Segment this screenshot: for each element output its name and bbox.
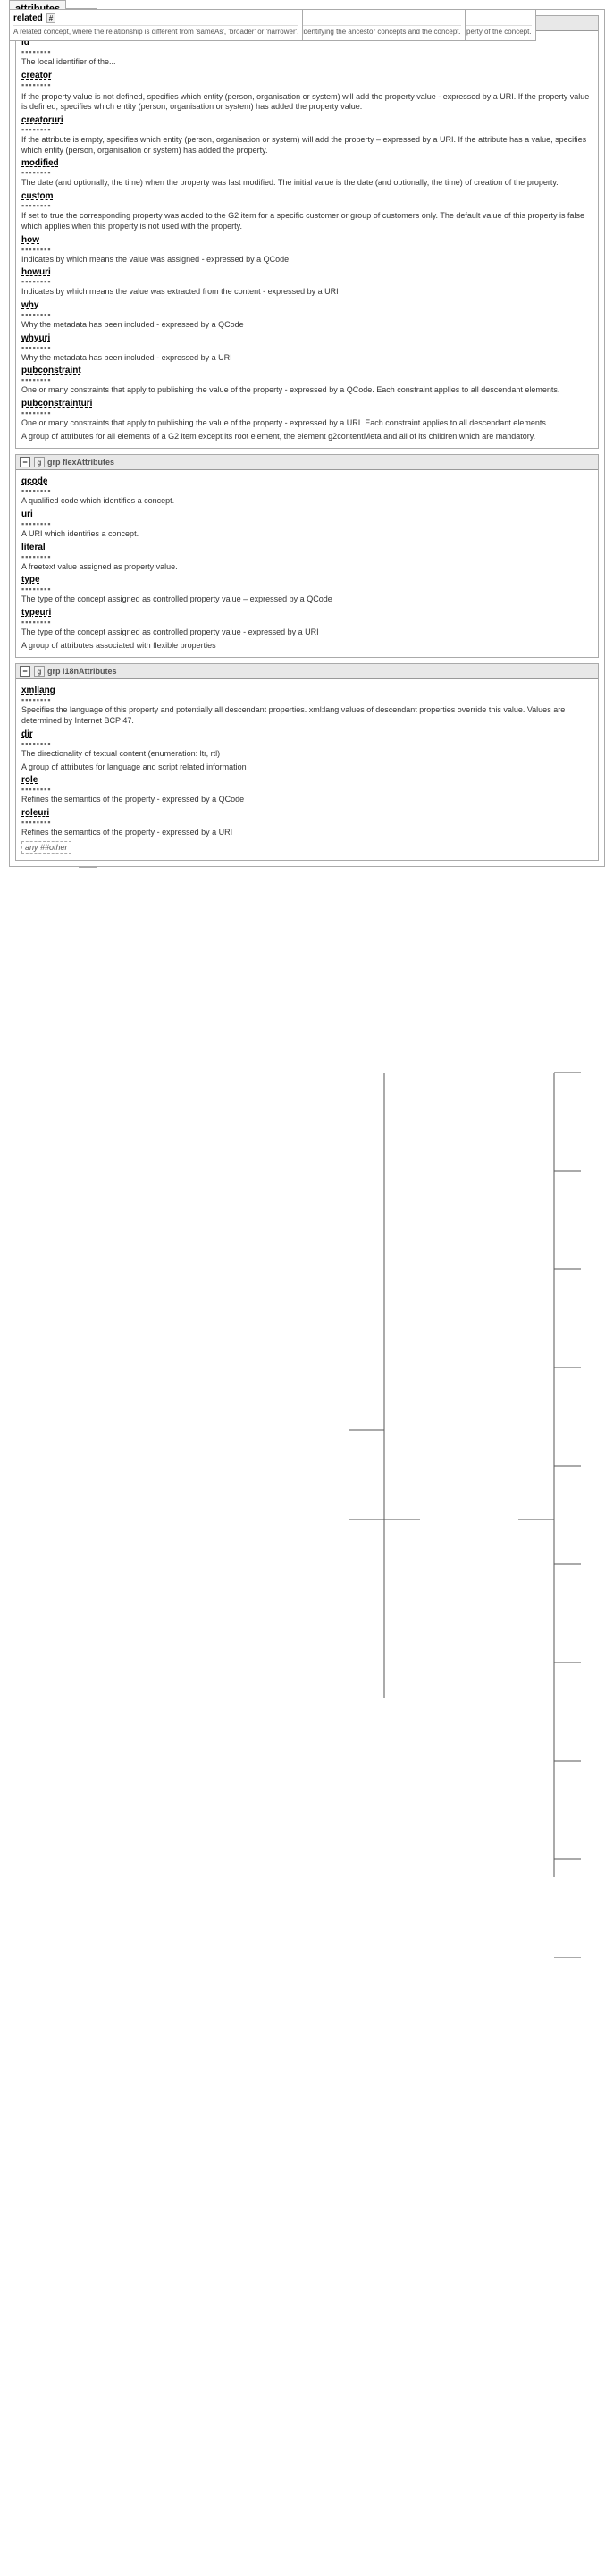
field-creator: creator ▪▪▪▪▪▪▪▪ bbox=[21, 71, 592, 89]
related-desc: A related concept, where the relationshi… bbox=[13, 28, 298, 37]
field-any-other-i18n: any ##other bbox=[21, 841, 592, 854]
field-type: type ▪▪▪▪▪▪▪▪ The type of the concept as… bbox=[21, 575, 592, 605]
field-typeuri: typeuri ▪▪▪▪▪▪▪▪ The type of the concept… bbox=[21, 608, 592, 638]
flex-attributes-group: − g grp flexAttributes qcode ▪▪▪▪▪▪▪▪ A … bbox=[15, 454, 599, 658]
field-instattr-common: A group of attributes for all elements o… bbox=[21, 432, 592, 442]
field-dir: dir ▪▪▪▪▪▪▪▪ The directionality of textu… bbox=[21, 729, 592, 760]
field-qcode: qcode ▪▪▪▪▪▪▪▪ A qualified code which id… bbox=[21, 476, 592, 507]
i18n-attributes-content: xmllang ▪▪▪▪▪▪▪▪ Specifies the language … bbox=[16, 679, 598, 859]
i18n-grp-icon: g bbox=[34, 666, 45, 677]
field-creatoruri: creatoruri ▪▪▪▪▪▪▪▪ If the attribute is … bbox=[21, 115, 592, 156]
flex-attributes-content: qcode ▪▪▪▪▪▪▪▪ A qualified code which id… bbox=[16, 470, 598, 657]
common-power-attributes-group: − g grp commonPowerAttributes id ▪▪▪▪▪▪▪… bbox=[15, 15, 599, 449]
diagram-container: attributes − g grp commonPowerAttributes… bbox=[0, 0, 605, 2576]
i18n-expand-icon[interactable]: − bbox=[20, 666, 30, 677]
common-power-attributes-content: id ▪▪▪▪▪▪▪▪ The local identifier of the.… bbox=[16, 31, 598, 448]
field-how: how ▪▪▪▪▪▪▪▪ Indicates by which means th… bbox=[21, 235, 592, 265]
field-roleuri: roleuri ▪▪▪▪▪▪▪▪ Refines the semantics o… bbox=[21, 808, 592, 838]
i18n-attributes-title: − g grp i18nAttributes bbox=[16, 664, 598, 679]
field-whyuri: whyuri ▪▪▪▪▪▪▪▪ Why the metadata has bee… bbox=[21, 333, 592, 364]
i18n-attributes-group: − g grp i18nAttributes xmllang ▪▪▪▪▪▪▪▪ … bbox=[15, 663, 599, 860]
field-instattr-i18n: A group of attributes for language and s… bbox=[21, 762, 592, 773]
field-role: role ▪▪▪▪▪▪▪▪ Refines the semantics of t… bbox=[21, 775, 592, 805]
field-custom: custom ▪▪▪▪▪▪▪▪ If set to true the corre… bbox=[21, 191, 592, 232]
related-hash: # bbox=[46, 13, 55, 23]
field-xmllang: xmllang ▪▪▪▪▪▪▪▪ Specifies the language … bbox=[21, 686, 592, 726]
flex-expand-icon[interactable]: − bbox=[20, 457, 30, 467]
field-id: id ▪▪▪▪▪▪▪▪ The local identifier of the.… bbox=[21, 38, 592, 68]
field-pubconstraint: pubconstraint ▪▪▪▪▪▪▪▪ One or many const… bbox=[21, 366, 592, 396]
flex-grp-label: g grp flexAttributes bbox=[34, 457, 114, 467]
field-literal: literal ▪▪▪▪▪▪▪▪ A freetext value assign… bbox=[21, 543, 592, 573]
field-howuri: howuri ▪▪▪▪▪▪▪▪ Indicates by which means… bbox=[21, 267, 592, 298]
related-field-title: related bbox=[13, 13, 43, 23]
field-creator-desc: If the property value is not defined, sp… bbox=[21, 92, 592, 113]
field-modified: modified ▪▪▪▪▪▪▪▪ The date (and optional… bbox=[21, 158, 592, 189]
related-box: related # A related concept, where the r… bbox=[9, 9, 303, 41]
field-uri: uri ▪▪▪▪▪▪▪▪ A URI which identifies a co… bbox=[21, 509, 592, 540]
field-why: why ▪▪▪▪▪▪▪▪ Why the metadata has been i… bbox=[21, 300, 592, 331]
attributes-main-box: − g grp commonPowerAttributes id ▪▪▪▪▪▪▪… bbox=[9, 9, 605, 867]
field-pubconstrainturi: pubconstrainturi ▪▪▪▪▪▪▪▪ One or many co… bbox=[21, 399, 592, 429]
field-instattr-flex: A group of attributes associated with fl… bbox=[21, 641, 592, 652]
flex-grp-icon: g bbox=[34, 457, 45, 467]
i18n-grp-label: g grp i18nAttributes bbox=[34, 666, 117, 677]
flex-attributes-title: − g grp flexAttributes bbox=[16, 455, 598, 470]
